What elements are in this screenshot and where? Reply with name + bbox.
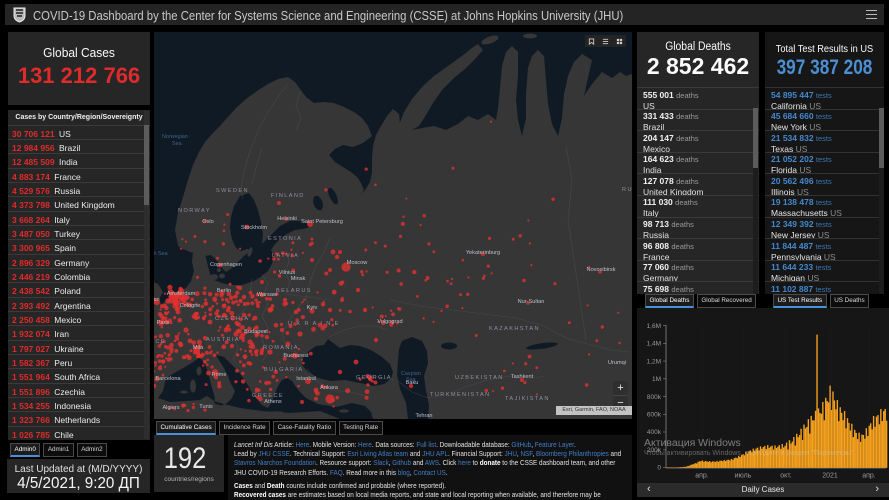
svg-text:0: 0 [657,465,661,472]
svg-text:TURKMENISTAN: TURKMENISTAN [430,392,491,398]
svg-text:Barcelona: Barcelona [155,376,181,382]
svg-text:Nur-Sultan: Nur-Sultan [518,299,545,305]
svg-text:Oslo: Oslo [202,219,214,225]
svg-text:CZECHIA: CZECHIA [215,316,249,322]
svg-text:1,2M: 1,2M [647,358,661,365]
svg-text:апр.: апр. [862,473,876,480]
svg-text:RU: RU [622,187,632,193]
svg-text:BULGARIA: BULGARIA [264,367,304,373]
svg-text:AUSTRIA: AUSTRIA [206,337,240,343]
svg-text:Moscow: Moscow [347,260,368,266]
svg-text:Stockholm: Stockholm [241,225,267,231]
svg-text:Saint Petersburg: Saint Petersburg [301,219,343,225]
svg-text:Rome: Rome [212,372,227,378]
svg-text:Bucharest: Bucharest [283,353,309,359]
svg-text:окт.: окт. [780,473,791,480]
svg-text:NCE: NCE [154,339,166,345]
svg-text:Copenhagen: Copenhagen [210,262,242,268]
svg-text:Minsk: Minsk [291,276,306,282]
svg-text:GEORGIA: GEORGIA [356,375,392,381]
svg-text:Sea: Sea [172,141,182,147]
svg-text:июль: июль [735,473,752,480]
svg-text:Tashkent: Tashkent [511,374,534,380]
svg-text:LATVIA: LATVIA [272,253,299,259]
svg-text:SWEDEN: SWEDEN [216,188,249,194]
svg-text:U K R A I N E: U K R A I N E [288,321,340,327]
svg-text:400k: 400k [647,429,662,436]
svg-text:Budapest: Budapest [244,329,268,335]
svg-text:Norwegian: Norwegian [162,134,188,140]
svg-text:Istanbul: Istanbul [296,376,316,382]
svg-text:Berlin: Berlin [217,288,231,294]
svg-text:Paris: Paris [157,320,170,326]
svg-text:Mila: Mila [193,345,204,351]
svg-text:FINLAND: FINLAND [271,193,305,199]
svg-text:KAZAKHSTAN: KAZAKHSTAN [489,326,540,332]
svg-text:th Sea: th Sea [154,251,168,257]
svg-text:don: don [154,297,160,303]
svg-text:Algiers: Algiers [162,405,179,411]
svg-text:Sea: Sea [406,377,416,383]
svg-text:2021: 2021 [822,473,838,480]
svg-text:Tunis: Tunis [199,404,213,410]
svg-text:800k: 800k [647,394,662,401]
svg-text:ROMANIA: ROMANIA [263,345,299,351]
svg-text:Volgograd: Volgograd [377,319,402,325]
svg-text:Helsinki: Helsinki [277,216,297,222]
svg-text:Novosibirsk: Novosibirsk [587,267,616,273]
svg-text:TAJIKISTAN: TAJIKISTAN [505,396,550,402]
svg-text:BELARUS: BELARUS [276,288,312,294]
svg-text:Ankara: Ankara [320,385,339,391]
svg-text:ESTONIA: ESTONIA [268,236,302,242]
svg-text:Warsaw: Warsaw [257,292,278,298]
svg-text:600k: 600k [647,412,662,419]
svg-text:1,6M: 1,6M [647,323,661,330]
svg-text:Urumqi: Urumqi [608,360,626,366]
svg-text:NORWAY: NORWAY [178,208,211,214]
svg-text:1,4M: 1,4M [647,341,661,348]
svg-text:Tehran: Tehran [415,413,432,419]
svg-text:апр.: апр. [695,473,709,480]
svg-text:Cologne: Cologne [180,303,201,309]
svg-text:Yekaterinburg: Yekaterinburg [466,250,500,256]
svg-text:UZBEKISTAN: UZBEKISTAN [455,375,504,381]
svg-text:1M: 1M [652,376,661,383]
svg-text:Amsterdam: Amsterdam [167,291,196,297]
svg-text:Athens: Athens [264,399,282,405]
svg-text:Kyiv: Kyiv [307,305,318,311]
